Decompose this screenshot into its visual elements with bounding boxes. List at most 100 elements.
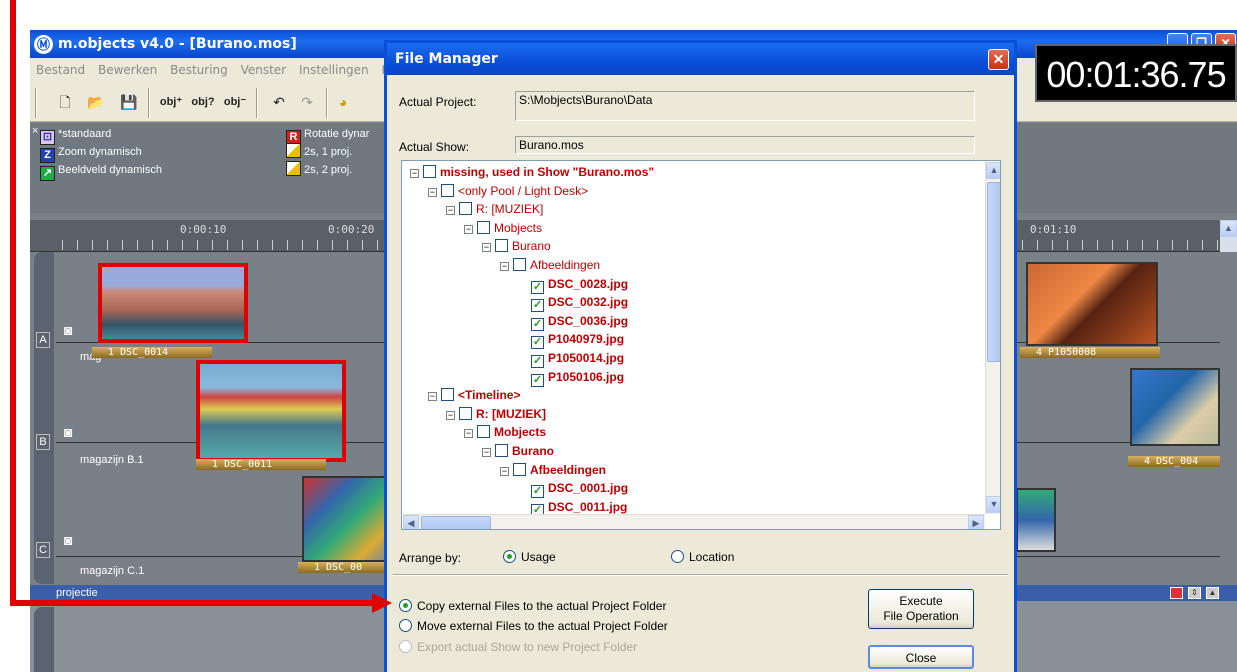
tree-horizontal-scrollbar[interactable]: ◀ ▶ bbox=[403, 514, 985, 529]
add-object-icon[interactable]: obj⁺ bbox=[158, 92, 184, 112]
tree-node[interactable]: − missing, used in Show "Burano.mos" bbox=[410, 163, 654, 181]
checkbox-icon[interactable] bbox=[513, 258, 526, 271]
scroll-down-icon[interactable]: ▼ bbox=[986, 496, 1000, 513]
record-icon[interactable] bbox=[1170, 587, 1183, 599]
arrange-usage-radio[interactable]: Usage bbox=[503, 550, 556, 564]
image-clip-partial[interactable] bbox=[1016, 488, 1056, 552]
menu-besturing[interactable]: Besturing bbox=[170, 63, 228, 77]
image-clip-p1050008[interactable] bbox=[1026, 262, 1158, 346]
checkbox-icon[interactable] bbox=[495, 444, 508, 457]
scroll-thumb[interactable] bbox=[421, 516, 491, 529]
tree-vertical-scrollbar[interactable]: ▲ ▼ bbox=[985, 162, 1000, 514]
image-clip-dsc-00[interactable] bbox=[302, 476, 392, 562]
undo-icon[interactable]: ↶ bbox=[268, 92, 290, 112]
checkbox-icon[interactable] bbox=[423, 165, 436, 178]
checkbox-checked-icon[interactable]: ✓ bbox=[531, 280, 544, 294]
new-file-icon[interactable]: 🗋 bbox=[54, 92, 76, 112]
move-files-radio[interactable]: Move external Files to the actual Projec… bbox=[399, 619, 668, 633]
tree-node[interactable]: ✓ DSC_0036.jpg bbox=[518, 312, 628, 331]
tree-node[interactable]: − Burano bbox=[482, 442, 554, 460]
collapse-icon[interactable]: ▲ bbox=[1206, 587, 1219, 599]
tree-node[interactable]: − Burano bbox=[482, 237, 551, 255]
arrange-location-radio[interactable]: Location bbox=[671, 550, 734, 564]
close-button[interactable]: Close bbox=[868, 645, 974, 669]
effect-rotatie[interactable]: R Rotatie dynar bbox=[286, 125, 369, 145]
effect-blend-2[interactable]: 2s, 2 proj. bbox=[286, 161, 352, 179]
tree-node[interactable]: − R: [MUZIEK] bbox=[446, 200, 543, 218]
redo-icon[interactable]: ↷ bbox=[296, 92, 318, 112]
collapse-icon[interactable]: − bbox=[482, 243, 491, 253]
collapse-icon[interactable]: − bbox=[500, 262, 509, 271]
tree-node[interactable]: − <Timeline> bbox=[428, 386, 520, 404]
image-clip-dsc-004[interactable] bbox=[1130, 368, 1220, 446]
track-letter-a[interactable]: A bbox=[36, 332, 50, 348]
scroll-up-icon[interactable]: ▲ bbox=[986, 162, 1000, 179]
collapse-icon[interactable]: − bbox=[500, 466, 509, 476]
tree-node[interactable]: ✓ DSC_0001.jpg bbox=[518, 479, 628, 499]
clip-bar-p1050008[interactable]: 4 P1050008 bbox=[1020, 347, 1160, 358]
scroll-right-icon[interactable]: ▶ bbox=[968, 515, 984, 529]
collapse-icon[interactable]: − bbox=[446, 206, 455, 216]
checkbox-icon[interactable] bbox=[495, 239, 508, 253]
save-icon[interactable]: 💾 bbox=[118, 92, 140, 112]
tree-node[interactable]: − Afbeeldingen bbox=[500, 461, 606, 479]
speaker-icon[interactable]: ◙ bbox=[64, 424, 72, 440]
clip-bar-dsc-00[interactable]: 1 DSC_00 bbox=[298, 562, 388, 573]
tree-node[interactable]: ✓ P1050106.jpg bbox=[518, 368, 624, 387]
collapse-icon[interactable]: − bbox=[428, 392, 437, 402]
checkbox-icon[interactable] bbox=[441, 183, 454, 197]
clip-bar-dsc-0011[interactable]: 1 DSC_0011 bbox=[196, 459, 326, 470]
remove-object-icon[interactable]: obj⁻ bbox=[222, 92, 248, 112]
scroll-up-icon[interactable]: ▲ bbox=[1220, 220, 1237, 237]
tree-node[interactable]: ✓ DSC_0028.jpg bbox=[518, 275, 628, 294]
close-panel-icon[interactable]: × bbox=[32, 125, 38, 137]
checkbox-icon[interactable] bbox=[513, 462, 526, 476]
object-help-icon[interactable]: obj? bbox=[190, 92, 216, 112]
checkbox-icon[interactable] bbox=[441, 388, 454, 402]
scroll-left-icon[interactable]: ◀ bbox=[403, 515, 419, 529]
tree-node[interactable]: − Mobjects bbox=[464, 219, 542, 237]
tree-node[interactable]: ✓ P1050014.jpg bbox=[518, 349, 624, 368]
menu-instellingen[interactable]: Instellingen bbox=[299, 63, 369, 77]
resize-icon[interactable]: ⇕ bbox=[1188, 587, 1201, 599]
tree-node[interactable]: − R: [MUZIEK] bbox=[446, 405, 546, 423]
dialog-close-icon[interactable]: ✕ bbox=[988, 49, 1009, 70]
tree-node[interactable]: − <only Pool / Light Desk> bbox=[428, 182, 588, 200]
checkbox-checked-icon[interactable]: ✓ bbox=[531, 485, 544, 499]
effect-beeldveld[interactable]: ↗ Beeldveld dynamisch bbox=[40, 161, 162, 181]
collapse-icon[interactable]: − bbox=[410, 169, 419, 178]
color-wheel-icon[interactable]: ◕ bbox=[332, 92, 354, 112]
checkbox-icon[interactable] bbox=[477, 220, 490, 234]
tree-node[interactable]: − Mobjects bbox=[464, 423, 546, 441]
menu-venster[interactable]: Venster bbox=[241, 63, 287, 77]
speaker-icon[interactable]: ◙ bbox=[64, 532, 72, 548]
checkbox-checked-icon[interactable]: ✓ bbox=[531, 373, 544, 387]
effect-blend-1[interactable]: 2s, 1 proj. bbox=[286, 143, 352, 161]
collapse-icon[interactable]: − bbox=[464, 429, 473, 439]
checkbox-icon[interactable] bbox=[459, 202, 472, 216]
collapse-icon[interactable]: − bbox=[464, 224, 473, 234]
tree-node[interactable]: ✓ P1040979.jpg bbox=[518, 330, 624, 350]
tree-node[interactable]: ✓ DSC_0032.jpg bbox=[518, 293, 628, 313]
checkbox-icon[interactable] bbox=[459, 406, 472, 420]
copy-files-radio[interactable]: Copy external Files to the actual Projec… bbox=[399, 599, 666, 613]
collapse-icon[interactable]: − bbox=[446, 410, 455, 420]
execute-file-operation-button[interactable]: Execute File Operation bbox=[868, 589, 974, 629]
speaker-icon[interactable]: ◙ bbox=[64, 322, 72, 338]
collapse-icon[interactable]: − bbox=[482, 448, 491, 457]
track-letter-c[interactable]: C bbox=[36, 542, 50, 558]
checkbox-icon[interactable] bbox=[477, 425, 490, 439]
checkbox-checked-icon[interactable]: ✓ bbox=[531, 299, 544, 313]
effect-zoom[interactable]: Z Zoom dynamisch bbox=[40, 143, 142, 163]
checkbox-checked-icon[interactable]: ✓ bbox=[531, 317, 544, 331]
export-show-radio[interactable]: Export actual Show to new Project Folder bbox=[399, 640, 637, 654]
checkbox-checked-icon[interactable]: ✓ bbox=[531, 336, 544, 350]
dialog-title-bar[interactable]: File Manager bbox=[387, 43, 1014, 75]
file-tree[interactable]: − missing, used in Show "Burano.mos" − <onl… bbox=[401, 160, 1001, 530]
clip-bar-dsc-004[interactable]: 4 DSC_004 bbox=[1128, 456, 1220, 467]
open-folder-icon[interactable]: 📂 bbox=[85, 92, 107, 112]
menu-bewerken[interactable]: Bewerken bbox=[98, 63, 157, 77]
menu-bestand[interactable]: Bestand bbox=[36, 63, 85, 77]
track-letter-b[interactable]: B bbox=[36, 434, 50, 450]
scroll-thumb[interactable] bbox=[987, 182, 1000, 362]
